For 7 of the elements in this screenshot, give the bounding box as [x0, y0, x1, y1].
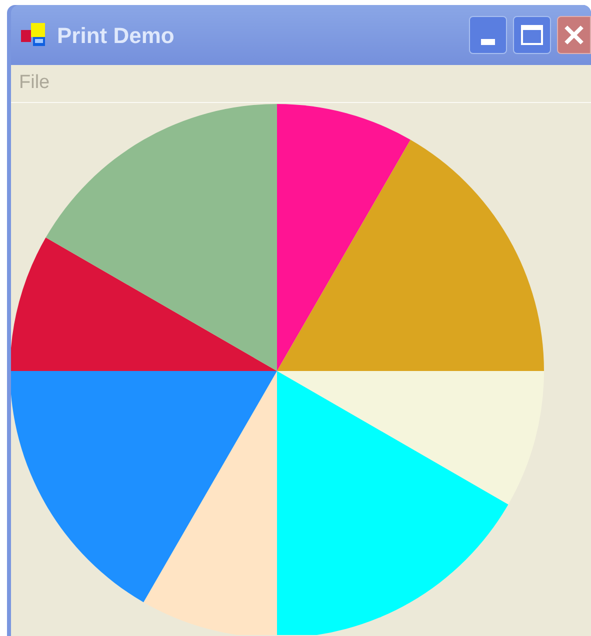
- minimize-icon: [481, 39, 495, 45]
- maximize-button[interactable]: [513, 16, 551, 54]
- close-button[interactable]: [557, 16, 591, 54]
- minimize-button[interactable]: [469, 16, 507, 54]
- window-title: Print Demo: [57, 22, 174, 50]
- maximize-icon: [521, 25, 543, 45]
- close-icon: [563, 24, 585, 46]
